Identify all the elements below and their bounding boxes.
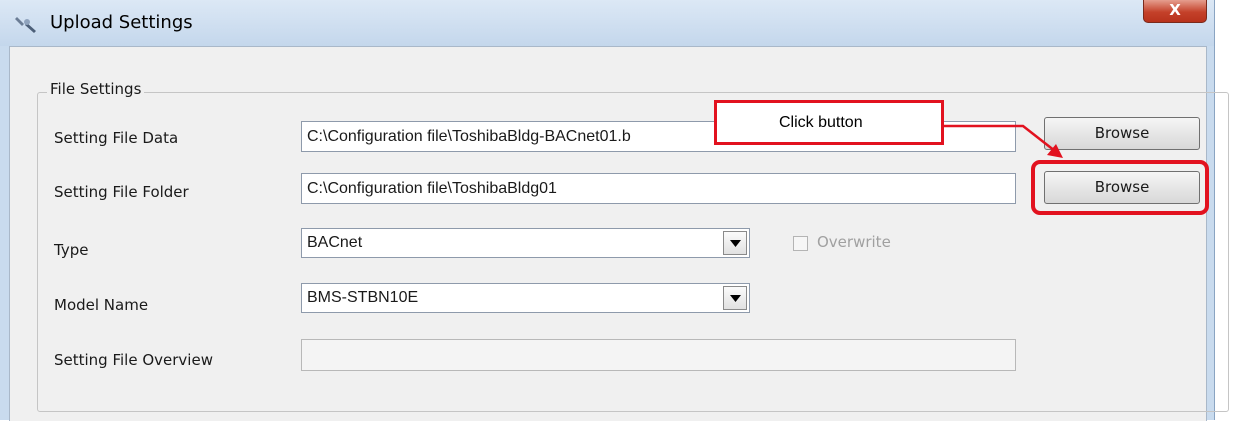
browse-highlight-box xyxy=(1031,160,1209,215)
